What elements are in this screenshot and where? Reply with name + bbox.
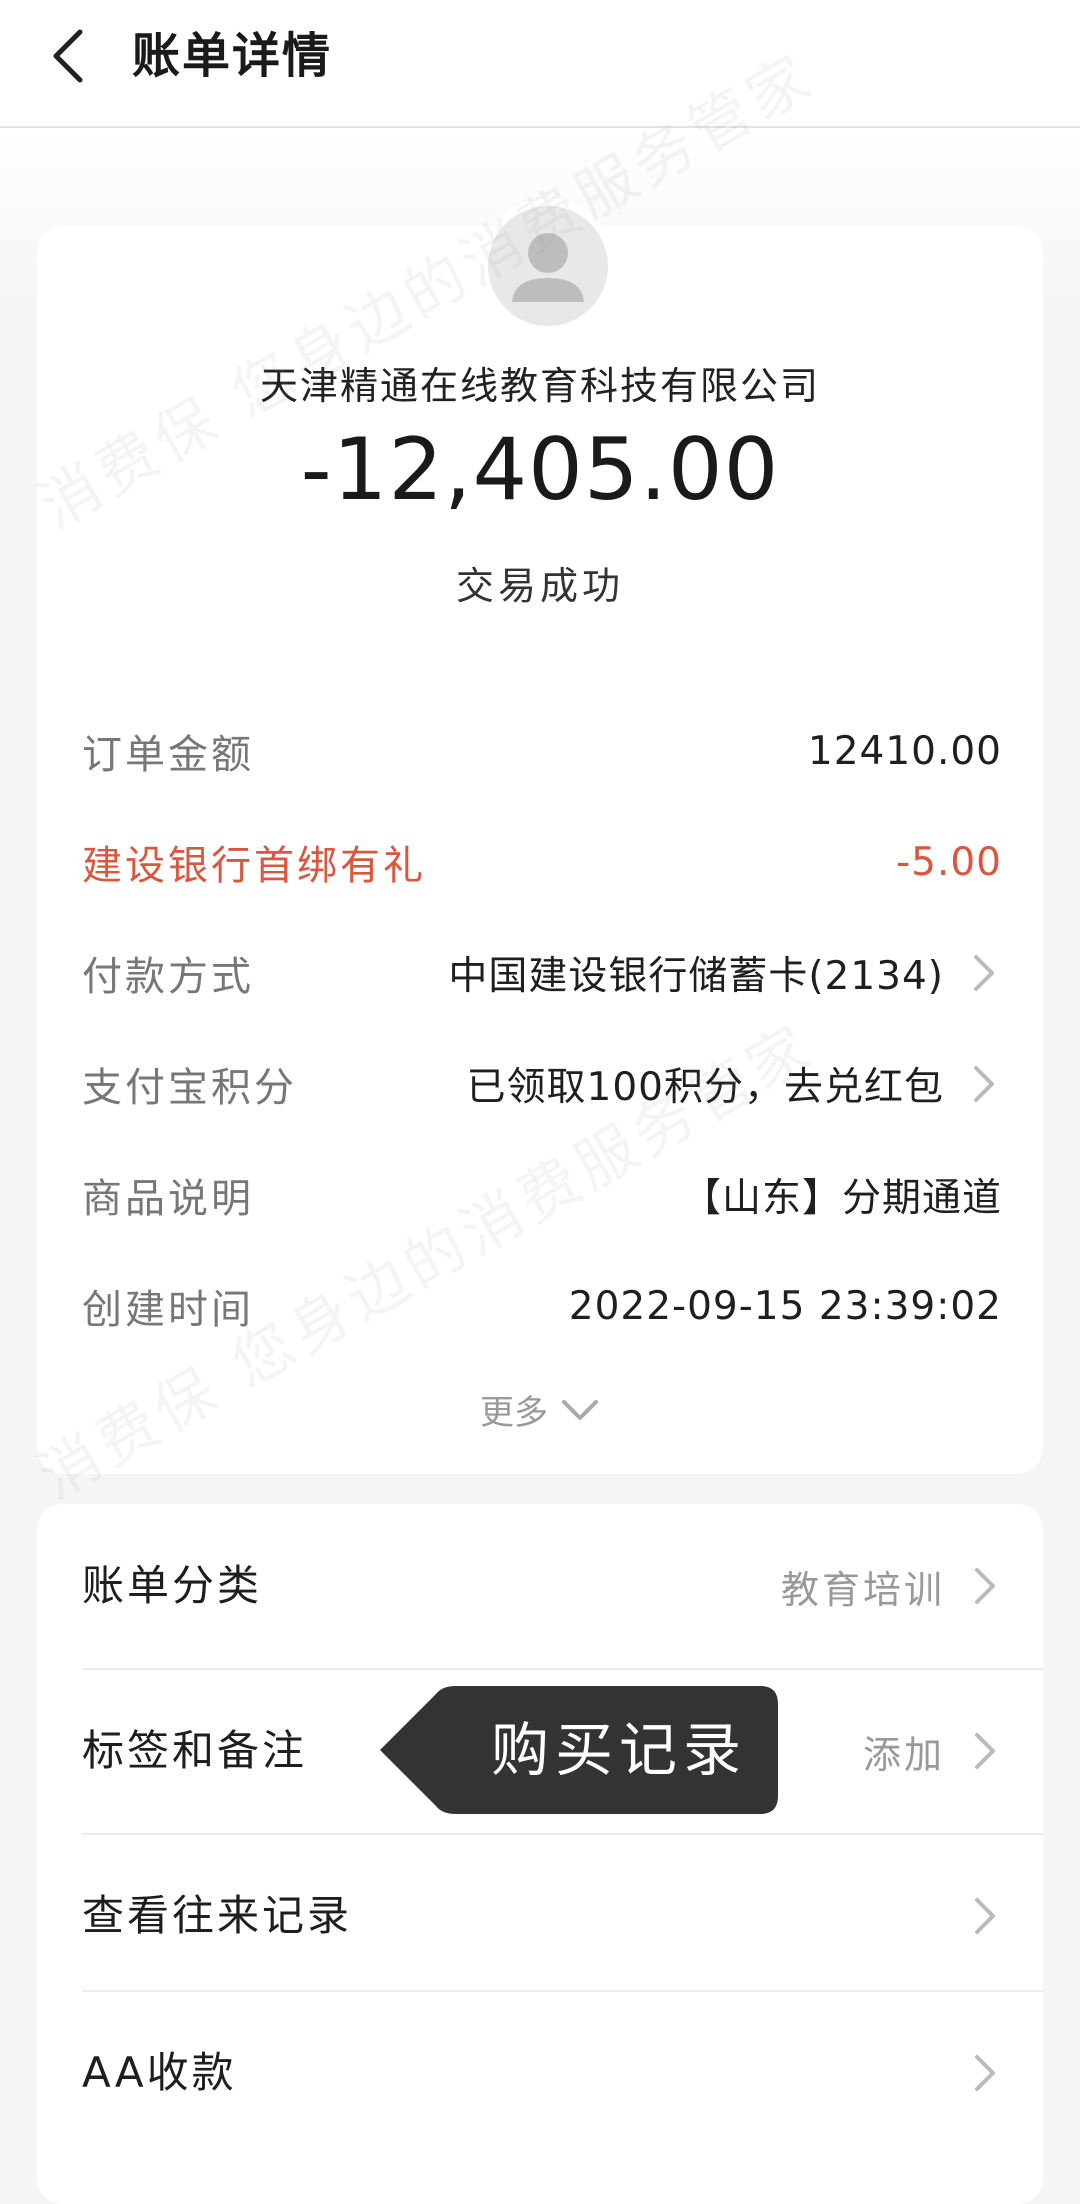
transaction-history-row[interactable]: 查看往来记录 <box>37 1834 1043 1998</box>
chevron-left-icon <box>53 29 83 83</box>
aa-collection-row[interactable]: AA收款 <box>37 1991 1043 2155</box>
tooltip-label: 购买记录 <box>490 1716 747 1784</box>
row-value: -5.00 <box>896 839 1002 885</box>
merchant-avatar <box>480 198 616 334</box>
chevron-right-icon <box>974 955 994 991</box>
row-label: 付款方式 <box>82 954 254 1000</box>
row-value <box>945 1991 1003 2155</box>
row-value: 12410.00 <box>807 728 1002 774</box>
bank-promo-row: 建设银行首绑有礼 -5.00 <box>82 827 1002 897</box>
row-label: 订单金额 <box>82 732 254 778</box>
row-label: 账单分类 <box>82 1561 263 1610</box>
tags-notes-value: 添加 <box>862 1732 945 1777</box>
chevron-down-icon <box>562 1399 598 1420</box>
chevron-right-icon <box>975 1568 995 1604</box>
header-bar: 账单详情 <box>0 0 1080 128</box>
points-row[interactable]: 支付宝积分 已领取100积分，去兑红包 <box>82 1049 1002 1119</box>
order-amount-row: 订单金额 12410.00 <box>82 716 1002 786</box>
row-label: AA收款 <box>82 2048 237 2097</box>
back-button[interactable] <box>40 24 96 88</box>
more-toggle[interactable]: 更多 <box>37 1385 1043 1434</box>
row-value: 【山东】分期通道 <box>681 1176 1002 1221</box>
bill-category-row[interactable]: 账单分类 教育培训 <box>37 1504 1043 1668</box>
row-value: 中国建设银行储蓄卡(2134) <box>448 945 1002 1001</box>
chevron-right-icon <box>974 1066 994 1102</box>
row-label: 商品说明 <box>82 1176 254 1222</box>
product-desc-row: 商品说明 【山东】分期通道 <box>82 1160 1002 1230</box>
transaction-status: 交易成功 <box>455 564 624 608</box>
row-label: 创建时间 <box>82 1287 254 1333</box>
row-value: 教育培训 <box>781 1504 1003 1668</box>
points-value: 已领取100积分，去兑红包 <box>466 1065 944 1110</box>
row-label: 支付宝积分 <box>82 1065 297 1111</box>
chevron-right-icon <box>975 1898 995 1934</box>
transaction-amount: -12,405.00 <box>300 420 780 520</box>
payment-method-value: 中国建设银行储蓄卡(2134) <box>448 954 944 999</box>
payment-method-row[interactable]: 付款方式 中国建设银行储蓄卡(2134) <box>82 938 1002 1008</box>
user-icon <box>512 233 584 302</box>
chevron-right-icon <box>975 2055 995 2091</box>
chevron-right-icon <box>975 1733 995 1769</box>
page-title: 账单详情 <box>132 28 333 84</box>
row-value: 2022-09-15 23:39:02 <box>568 1283 1002 1329</box>
row-label: 查看往来记录 <box>82 1891 353 1940</box>
row-label: 标签和备注 <box>82 1726 308 1775</box>
row-value <box>945 1834 1003 1998</box>
row-value: 添加 <box>863 1669 1003 1833</box>
created-time-row: 创建时间 2022-09-15 23:39:02 <box>82 1271 1002 1341</box>
bill-category-value: 教育培训 <box>780 1567 945 1612</box>
row-label: 建设银行首绑有礼 <box>82 843 426 889</box>
more-label: 更多 <box>480 1393 548 1433</box>
purchase-record-tooltip[interactable]: 购买记录 <box>380 1686 778 1814</box>
merchant-name: 天津精通在线教育科技有限公司 <box>259 364 820 408</box>
row-value: 已领取100积分，去兑红包 <box>467 1056 1002 1112</box>
